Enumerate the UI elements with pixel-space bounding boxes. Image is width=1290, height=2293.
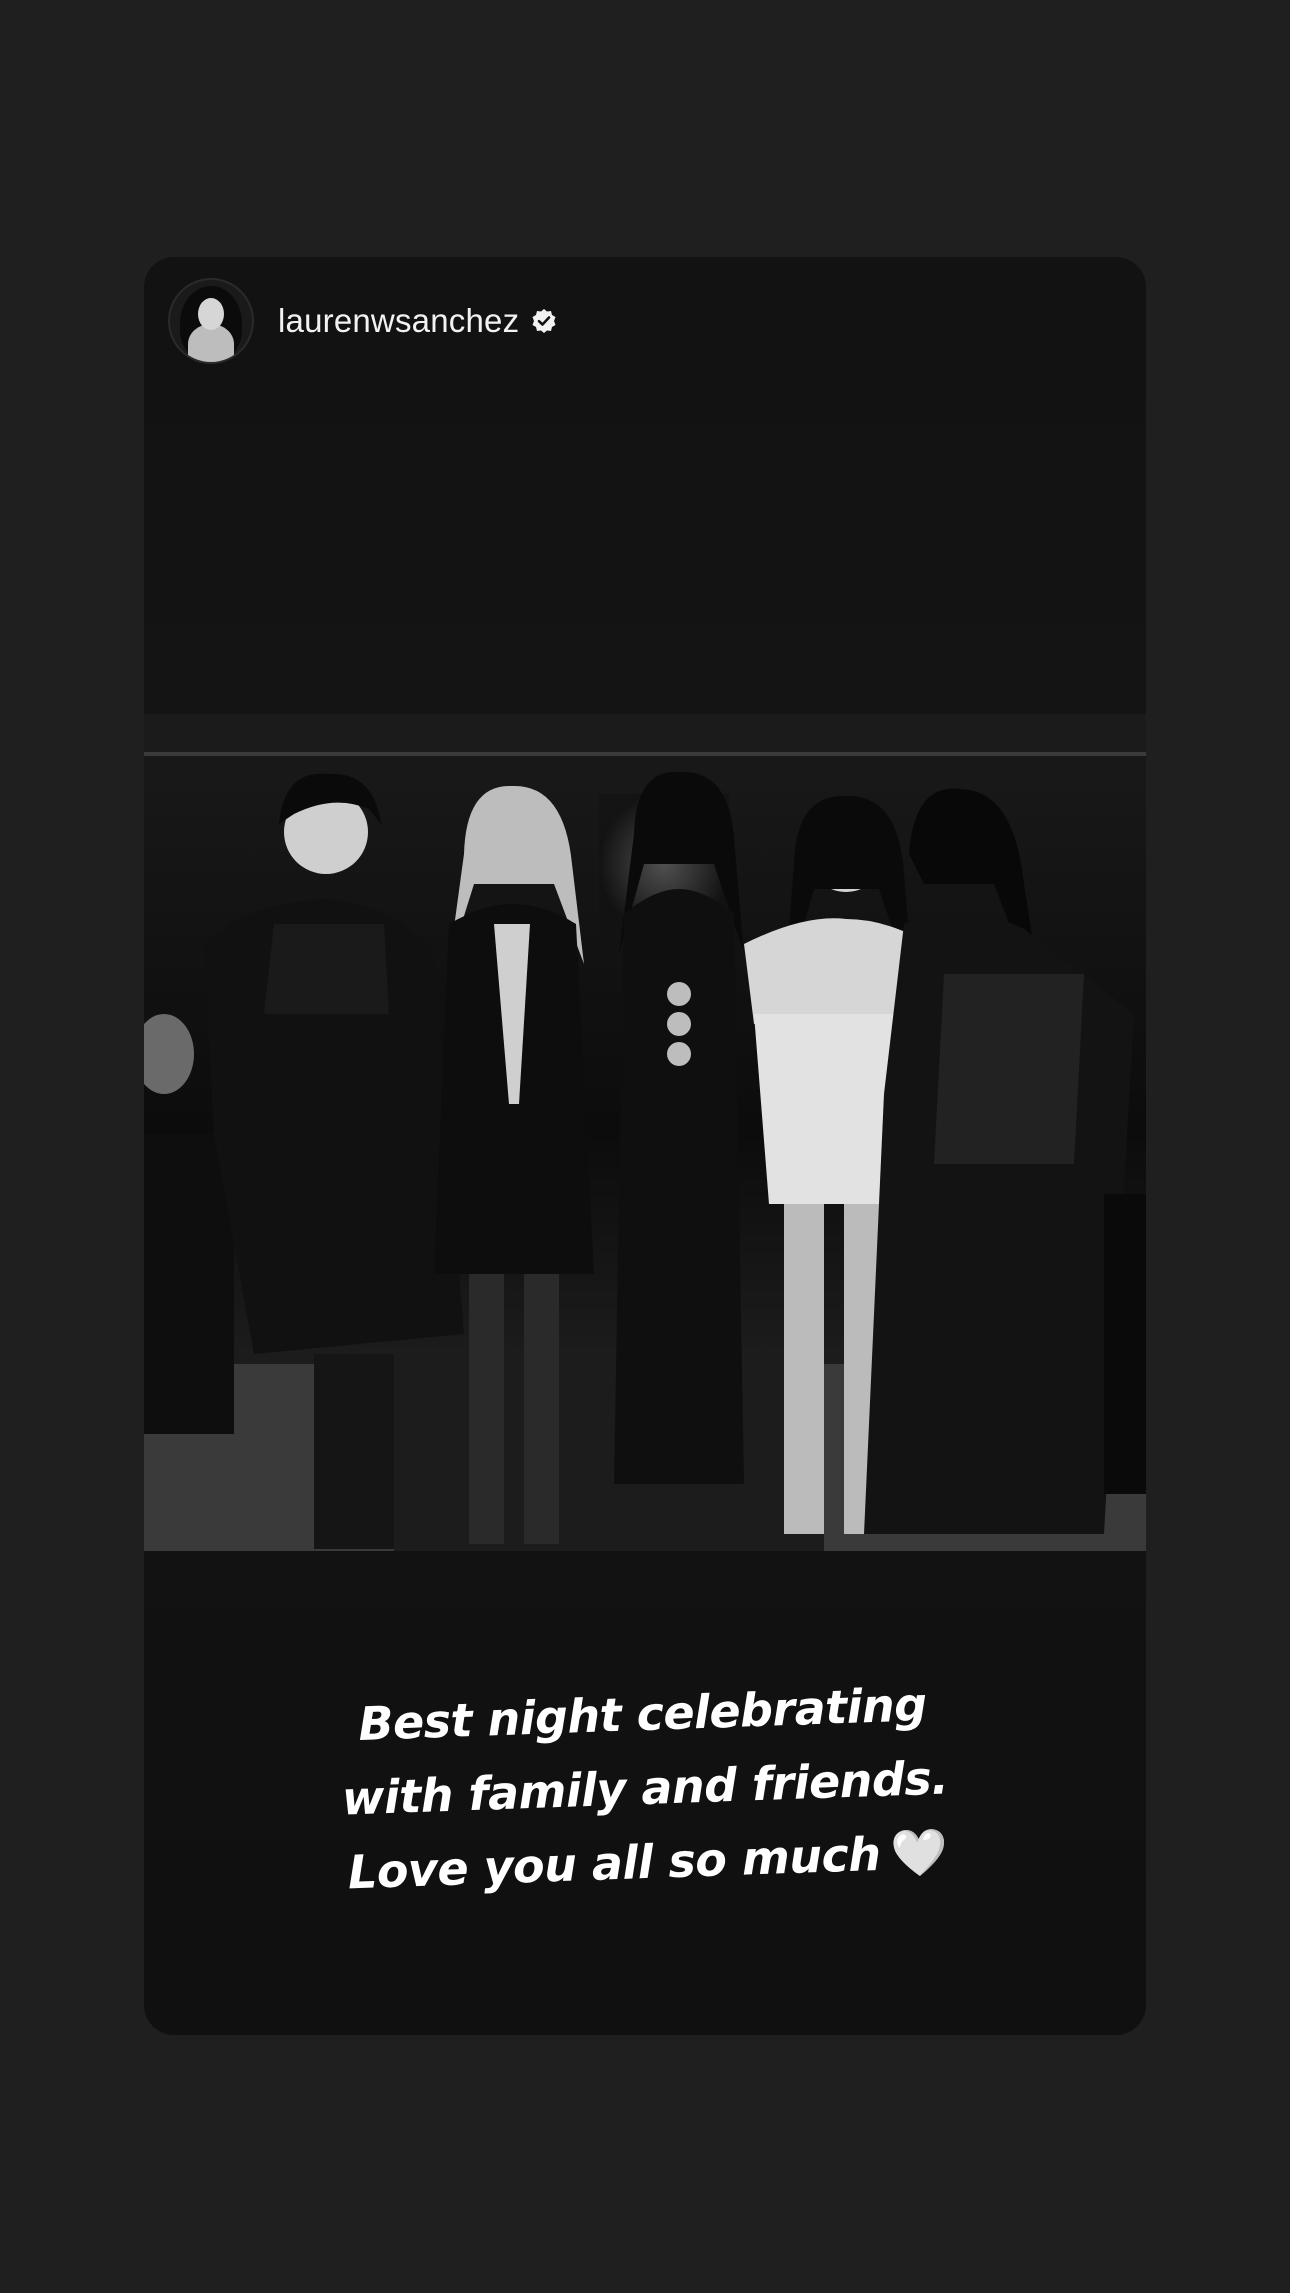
story-header: laurenwsanchez [168,278,557,364]
story-card[interactable]: laurenwsanchez Best night celebrating wi… [144,257,1146,2035]
profile-avatar[interactable] [168,278,254,364]
caption-line-3-text: Love you all so much [347,1826,882,1900]
avatar-face-shape [198,298,224,330]
story-caption: Best night celebrating with family and f… [144,1660,1146,1917]
verified-badge-icon [532,309,556,333]
white-heart-icon: 🤍 [889,1824,949,1881]
group-photo-illustration [144,714,1146,1551]
story-photo[interactable] [144,714,1146,1551]
username-label[interactable]: laurenwsanchez [278,302,519,340]
story-screen: laurenwsanchez Best night celebrating wi… [0,0,1290,2293]
